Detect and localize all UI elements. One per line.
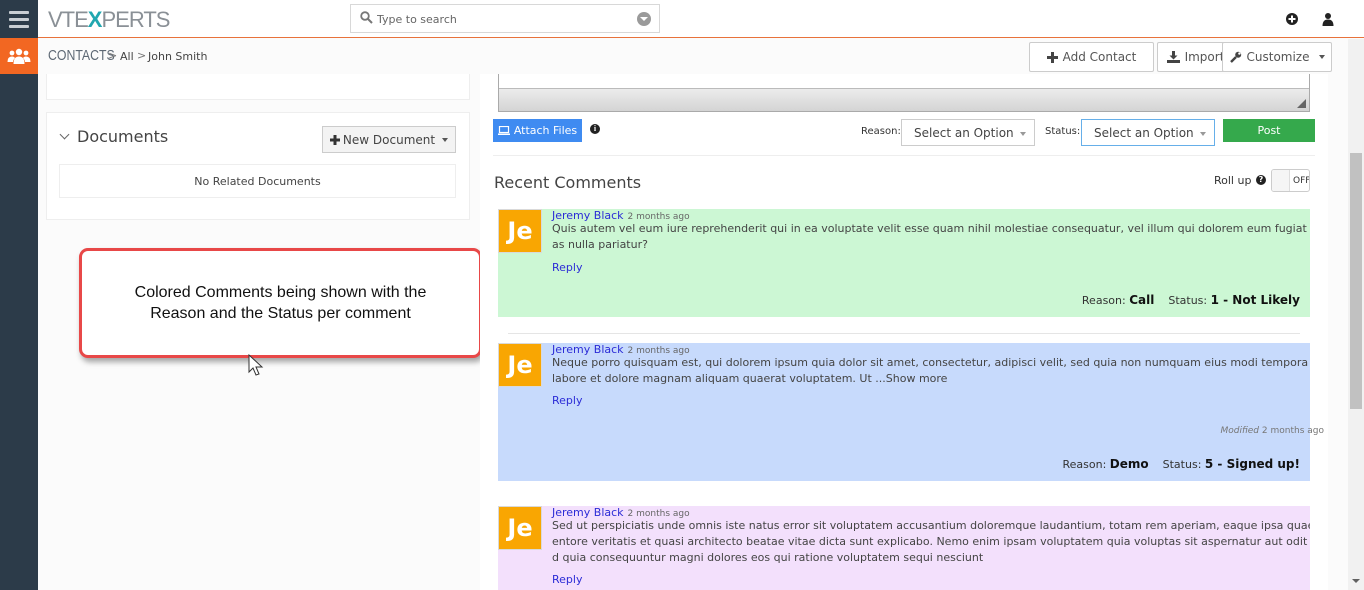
comment-text: Sed ut perspiciatis unde omnis iste natu… — [552, 518, 1310, 566]
comment-line: Sed ut perspiciatis unde omnis iste natu… — [552, 519, 1310, 532]
comment-item: Je Jeremy Black 2 months ago Quis autem v… — [498, 209, 1310, 317]
toggle-state: OFF — [1293, 176, 1310, 186]
avatar: Je — [498, 343, 542, 387]
add-contact-button[interactable]: Add Contact — [1029, 42, 1154, 72]
resize-handle-icon[interactable] — [1297, 99, 1306, 108]
attach-files-label: Attach Files — [513, 124, 578, 137]
scroll-down-arrow-icon[interactable] — [1352, 579, 1360, 583]
logo-text: VTE — [48, 7, 89, 32]
top-bar: VTEXPERTS — [38, 0, 1364, 38]
vtexperts-logo[interactable]: VTEXPERTS — [48, 7, 170, 33]
reason-label: Reason: — [861, 126, 901, 137]
caret-down-icon — [1318, 55, 1325, 59]
comment-line: as nulla pariatur? — [552, 238, 648, 251]
select-arrow-icon — [1020, 132, 1026, 136]
plus-circle-icon[interactable] — [1285, 12, 1299, 26]
comment-line: d quia consequuntur magni dolores eos qu… — [552, 551, 984, 564]
documents-panel: Documents New Document No Related Docume… — [46, 112, 470, 220]
caret-down-icon — [442, 137, 449, 142]
scrollbar-thumb[interactable] — [1350, 153, 1362, 409]
post-button[interactable]: Post — [1223, 119, 1315, 142]
customize-button[interactable]: Customize — [1222, 42, 1332, 72]
avatar: Je — [498, 506, 542, 550]
status-select-value: Select an Option — [1094, 125, 1194, 140]
logo-text-suffix: PERTS — [101, 7, 170, 32]
comment-text: Quis autem vel eum iure reprehenderit qu… — [552, 221, 1310, 253]
status-label: Status: — [1168, 294, 1208, 307]
comment-reason-status: Reason: Call Status: 1 - Not Likely — [1082, 293, 1300, 307]
chevron-down-icon[interactable] — [59, 129, 70, 140]
breadcrumb-module[interactable]: CONTACTS — [48, 47, 115, 64]
documents-title: Documents — [77, 127, 169, 146]
editor-statusbar — [499, 88, 1309, 111]
comment-line: labore et dolore magnam aliquam quaerat … — [552, 372, 948, 385]
breadcrumb: CONTACTS > All > John Smith Add Contact … — [38, 39, 1348, 74]
plus-icon — [1046, 51, 1058, 63]
status-value: 5 - Signed up! — [1204, 457, 1300, 471]
reason-label: Reason: — [1062, 458, 1107, 471]
new-document-label: New Document — [342, 132, 436, 147]
menu-icon[interactable] — [0, 0, 38, 38]
reply-link[interactable]: Reply — [552, 394, 582, 407]
reply-link[interactable]: Reply — [552, 261, 582, 274]
plus-icon — [329, 134, 340, 145]
reason-value: Demo — [1109, 457, 1149, 471]
download-icon — [1166, 51, 1180, 63]
laptop-icon — [497, 126, 510, 135]
search-input[interactable] — [377, 9, 627, 29]
modified-label: Modified — [1220, 426, 1260, 436]
wrench-icon — [1229, 51, 1241, 63]
new-document-button[interactable]: New Document — [322, 126, 456, 153]
comment-line: Neque porro quisquam est, qui dolorem ip… — [552, 356, 1310, 369]
help-icon[interactable]: ? — [1256, 175, 1266, 185]
breadcrumb-separator: > — [137, 49, 147, 62]
rollup-toggle[interactable]: OFF — [1271, 169, 1310, 192]
status-label: Status: — [1162, 458, 1202, 471]
comment-reason-status: Reason: Demo Status: 5 - Signed up! — [1062, 457, 1300, 471]
reason-select-value: Select an Option — [914, 125, 1014, 140]
reason-value: Call — [1129, 293, 1155, 307]
comment-item: Je Jeremy Black 2 months ago Sed ut persp… — [498, 506, 1310, 590]
reason-label: Reason: — [1081, 294, 1126, 307]
mouse-cursor-icon — [248, 354, 264, 376]
user-icon[interactable] — [1321, 12, 1335, 26]
modified-info: Modified 2 months ago — [1220, 426, 1324, 436]
divider — [493, 155, 1315, 156]
import-label: Import — [1184, 50, 1225, 64]
rollup-label: Roll up — [1214, 174, 1252, 187]
info-icon[interactable]: i — [590, 124, 600, 134]
add-contact-label: Add Contact — [1062, 50, 1137, 64]
select-arrow-icon — [1200, 132, 1206, 136]
callout-text: Colored Comments being shown with the Re… — [134, 284, 427, 322]
status-value: 1 - Not Likely — [1210, 293, 1300, 307]
no-documents-message: No Related Documents — [59, 164, 456, 198]
avatar: Je — [498, 209, 542, 253]
comment-line: Quis autem vel eum iure reprehenderit qu… — [552, 222, 1310, 235]
search-options-dropdown-icon[interactable] — [637, 12, 651, 26]
breadcrumb-record: John Smith — [148, 50, 208, 63]
contacts-module-icon[interactable] — [0, 38, 38, 74]
search-icon — [360, 11, 373, 24]
status-select[interactable]: Select an Option — [1081, 119, 1215, 146]
comment-text: Neque porro quisquam est, qui dolorem ip… — [552, 355, 1310, 387]
recent-comments-title: Recent Comments — [494, 173, 642, 192]
comment-item: Je Jeremy Black 2 months ago Neque porro … — [498, 343, 1324, 481]
logo-x: X — [87, 7, 103, 32]
attach-files-button[interactable]: Attach Files — [493, 119, 582, 142]
status-label: Status: — [1045, 126, 1081, 137]
toggle-knob — [1272, 170, 1290, 191]
reply-link[interactable]: Reply — [552, 573, 582, 586]
comment-line: entore veritatis et quasi architecto bea… — [552, 535, 1310, 548]
comment-separator — [508, 333, 1300, 334]
annotation-callout: Colored Comments being shown with the Re… — [79, 248, 482, 358]
customize-label: Customize — [1246, 50, 1310, 64]
breadcrumb-filter[interactable]: All — [120, 50, 134, 63]
modified-time: 2 months ago — [1261, 426, 1324, 436]
previous-panel — [46, 74, 470, 100]
left-rail — [0, 0, 38, 590]
comment-editor[interactable] — [498, 74, 1310, 112]
reason-select[interactable]: Select an Option — [901, 119, 1035, 146]
breadcrumb-separator: > — [108, 49, 118, 62]
global-search[interactable] — [350, 4, 660, 33]
